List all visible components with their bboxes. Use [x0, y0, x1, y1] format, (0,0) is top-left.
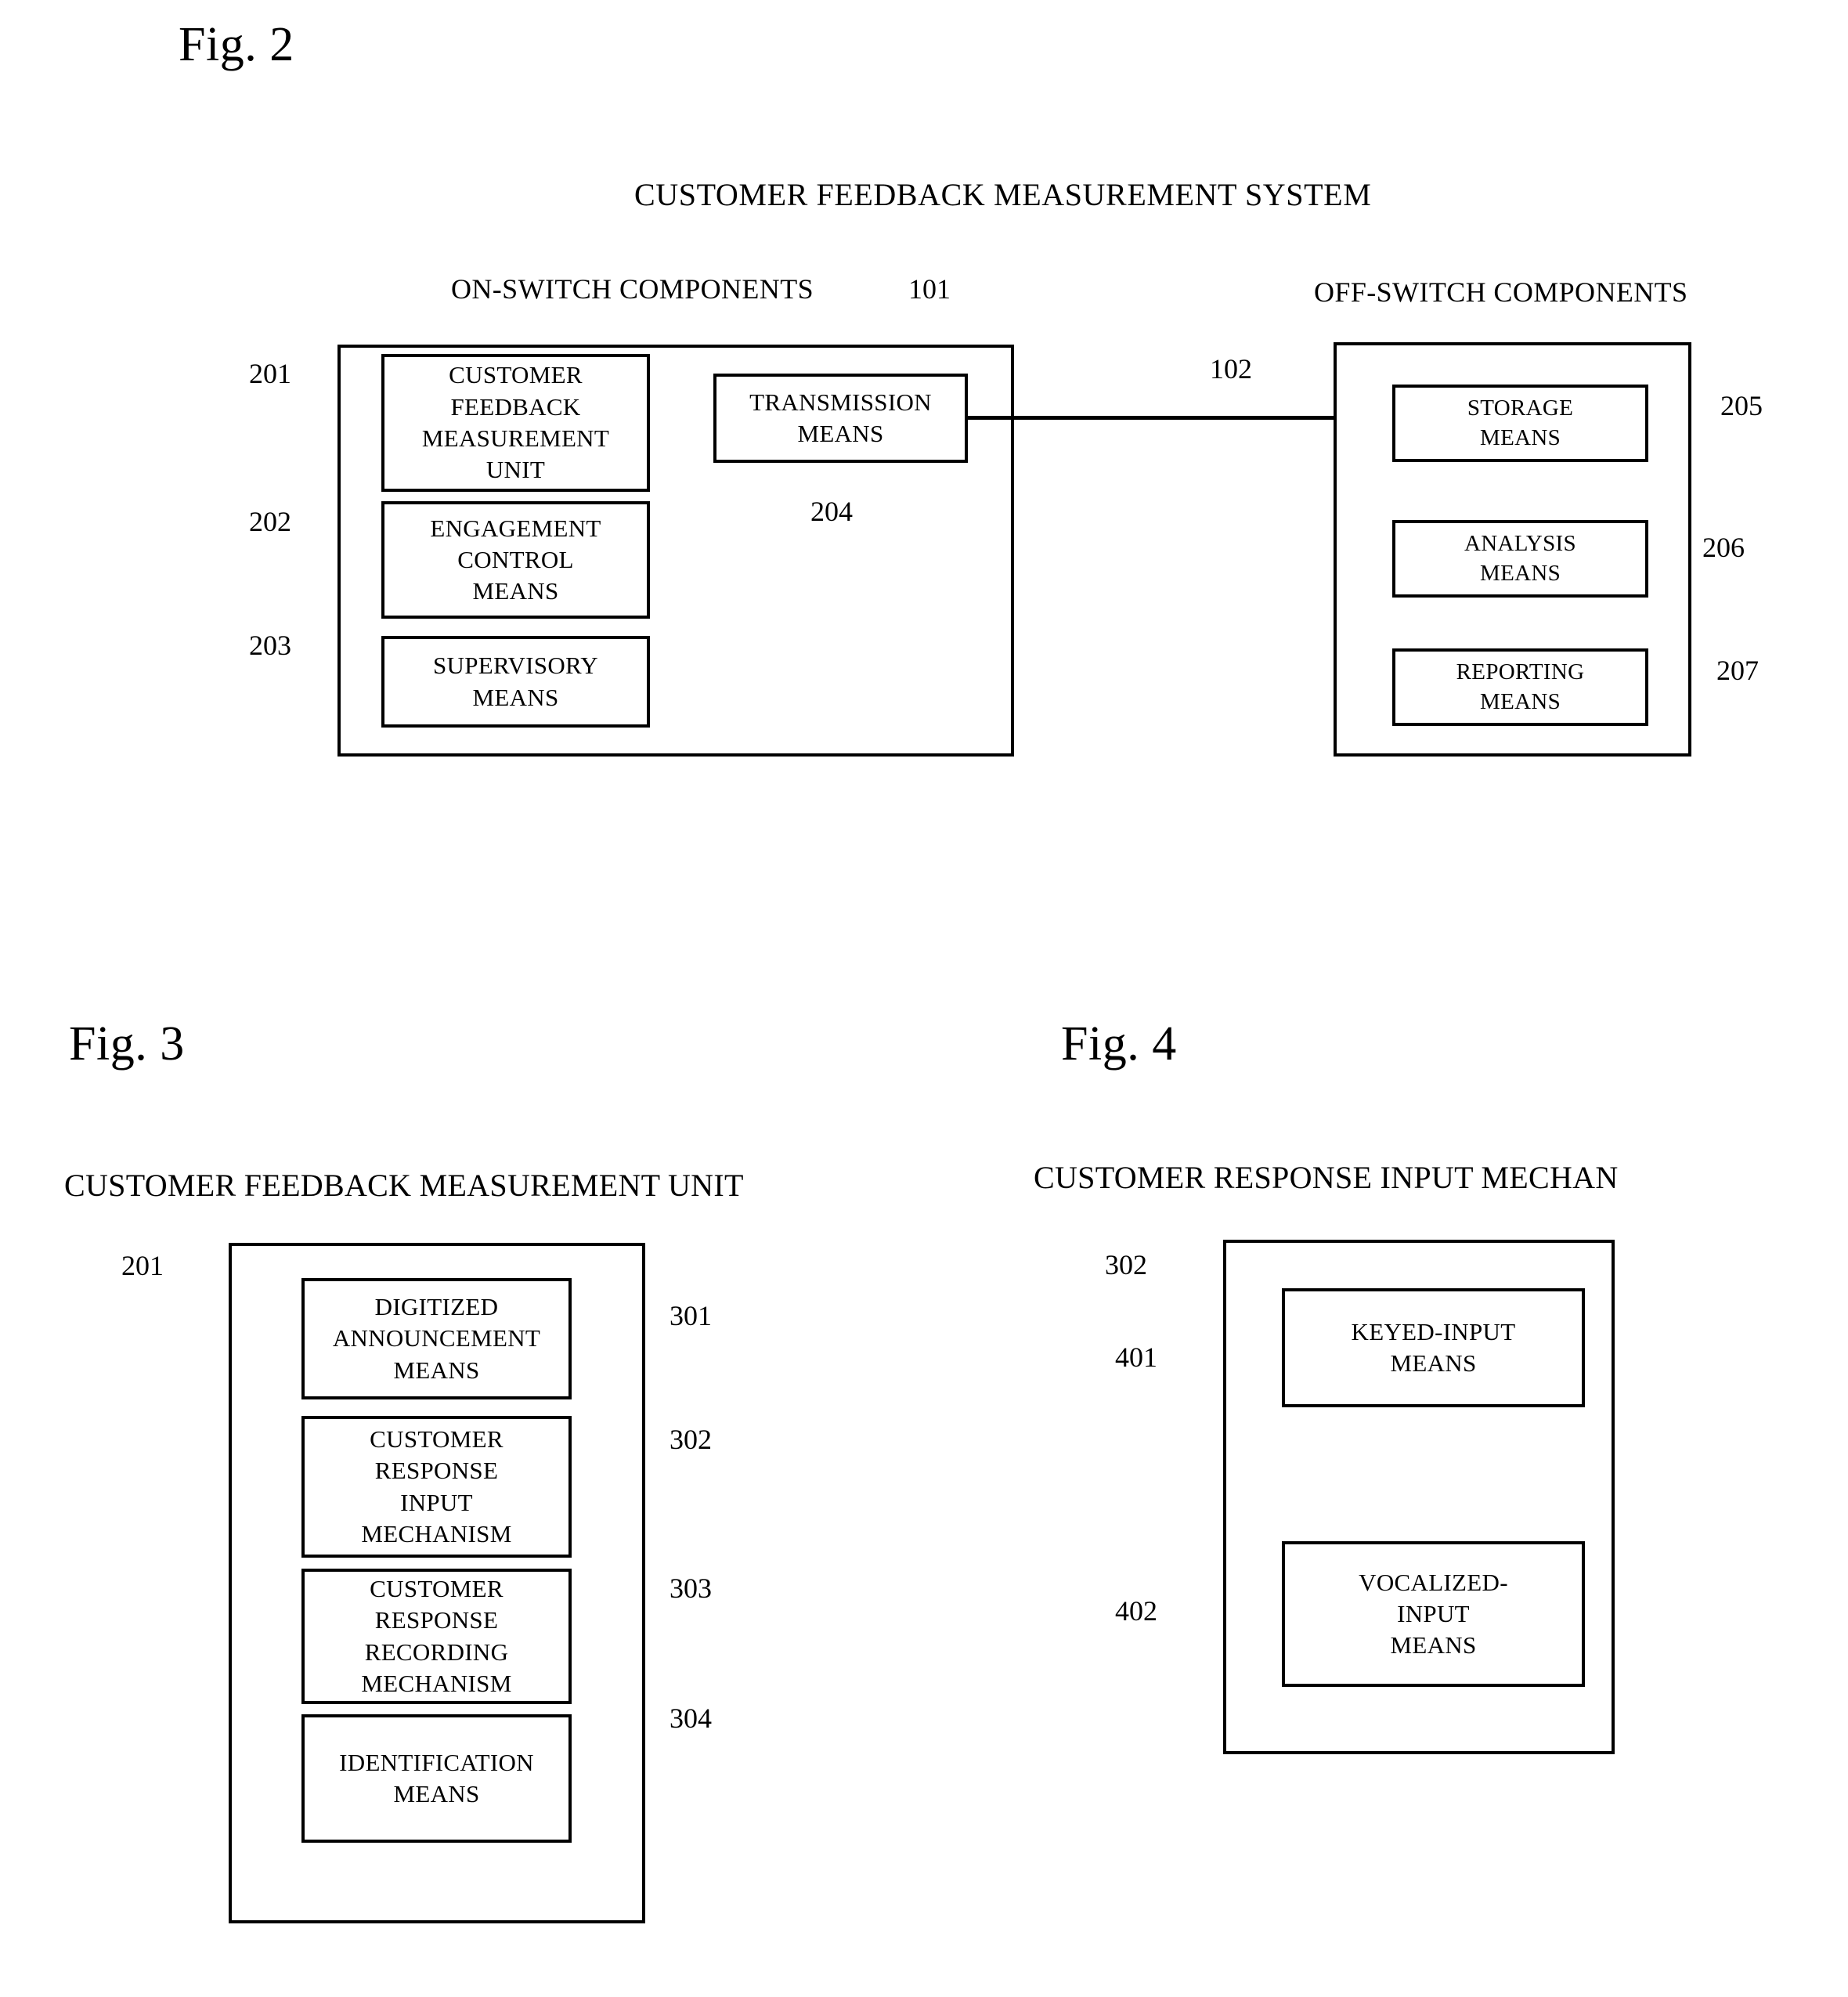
ref-207: 207: [1716, 655, 1759, 686]
block-label: REPORTING MEANS: [1456, 659, 1585, 714]
ref-303: 303: [670, 1573, 712, 1604]
fig3-title: CUSTOMER FEEDBACK MEASUREMENT UNIT: [64, 1168, 744, 1203]
block-label: SUPERVISORY MEANS: [433, 652, 598, 711]
ref-206: 206: [1702, 532, 1745, 563]
fig2-system-title: CUSTOMER FEEDBACK MEASUREMENT SYSTEM: [634, 177, 1372, 212]
block-label: ANALYSIS MEANS: [1464, 531, 1576, 586]
block-customer-response-recording-mechanism[interactable]: CUSTOMER RESPONSE RECORDING MECHANISM: [301, 1569, 572, 1704]
ref-301: 301: [670, 1300, 712, 1331]
ref-302-fig4: 302: [1105, 1249, 1147, 1280]
block-engagement-control-means[interactable]: ENGAGEMENT CONTROL MEANS: [381, 501, 650, 619]
ref-304: 304: [670, 1703, 712, 1734]
ref-201-fig3: 201: [121, 1250, 164, 1281]
ref-201: 201: [249, 358, 291, 389]
block-label: DIGITIZED ANNOUNCEMENT MEANS: [332, 1293, 541, 1384]
block-reporting-means[interactable]: REPORTING MEANS: [1392, 648, 1648, 726]
ref-102: 102: [1210, 353, 1252, 385]
ref-204: 204: [810, 496, 853, 527]
block-analysis-means[interactable]: ANALYSIS MEANS: [1392, 520, 1648, 598]
block-keyed-input-means[interactable]: KEYED-INPUT MEANS: [1282, 1288, 1585, 1407]
fig4-title: CUSTOMER RESPONSE INPUT MECHAN: [1034, 1160, 1619, 1195]
transmission-link-line: [968, 416, 1370, 420]
block-label: VOCALIZED- INPUT MEANS: [1359, 1568, 1508, 1659]
fig2-on-switch-header: ON-SWITCH COMPONENTS: [451, 273, 814, 305]
fig2-off-switch-header: OFF-SWITCH COMPONENTS: [1314, 276, 1688, 308]
block-transmission-means[interactable]: TRANSMISSION MEANS: [713, 374, 968, 463]
block-supervisory-means[interactable]: SUPERVISORY MEANS: [381, 636, 650, 728]
block-label: IDENTIFICATION MEANS: [339, 1748, 534, 1807]
ref-402: 402: [1115, 1595, 1157, 1627]
block-storage-means[interactable]: STORAGE MEANS: [1392, 385, 1648, 462]
figure-3-label: Fig. 3: [69, 1017, 185, 1071]
block-identification-means[interactable]: IDENTIFICATION MEANS: [301, 1714, 572, 1843]
block-label: KEYED-INPUT MEANS: [1351, 1317, 1516, 1377]
block-customer-response-input-mechanism[interactable]: CUSTOMER RESPONSE INPUT MECHANISM: [301, 1416, 572, 1558]
block-label: STORAGE MEANS: [1467, 395, 1574, 450]
block-label: CUSTOMER RESPONSE INPUT MECHANISM: [361, 1425, 512, 1547]
ref-401: 401: [1115, 1342, 1157, 1373]
block-vocalized-input-means[interactable]: VOCALIZED- INPUT MEANS: [1282, 1541, 1585, 1687]
block-label: CUSTOMER RESPONSE RECORDING MECHANISM: [361, 1574, 512, 1697]
ref-205: 205: [1720, 390, 1763, 421]
ref-302: 302: [670, 1424, 712, 1455]
ref-101: 101: [908, 273, 951, 305]
block-label: ENGAGEMENT CONTROL MEANS: [430, 514, 601, 605]
block-label: CUSTOMER FEEDBACK MEASUREMENT UNIT: [421, 361, 610, 484]
figure-2-label: Fig. 2: [179, 18, 294, 71]
block-customer-feedback-measurement-unit[interactable]: CUSTOMER FEEDBACK MEASUREMENT UNIT: [381, 354, 650, 492]
figure-4-label: Fig. 4: [1061, 1017, 1177, 1071]
block-digitized-announcement-means[interactable]: DIGITIZED ANNOUNCEMENT MEANS: [301, 1278, 572, 1399]
block-label: TRANSMISSION MEANS: [749, 388, 932, 447]
ref-203: 203: [249, 630, 291, 661]
ref-202: 202: [249, 506, 291, 537]
